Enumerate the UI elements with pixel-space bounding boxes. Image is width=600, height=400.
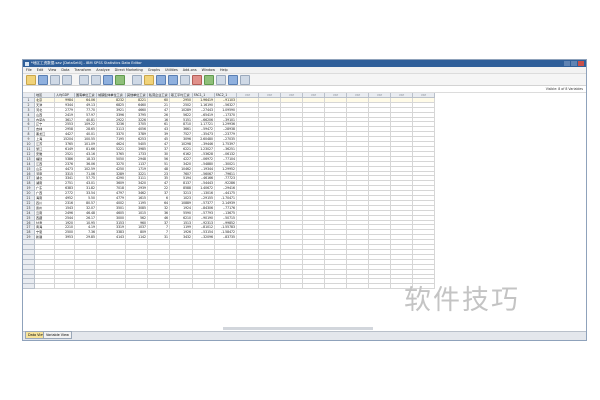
open-icon[interactable]	[26, 74, 36, 85]
menu-item[interactable]: Graphs	[148, 67, 160, 73]
window-title: *地区工资数据.sav [DataSet0] - IBM SPSS Statis…	[31, 61, 142, 65]
save-icon[interactable]	[38, 74, 48, 85]
menu-item[interactable]: Edit	[37, 67, 44, 73]
menu-item[interactable]: Add-ons	[183, 67, 197, 73]
insert-variable-icon[interactable]	[168, 74, 178, 85]
data-cell[interactable]	[303, 284, 325, 290]
undo-icon[interactable]	[79, 74, 89, 85]
data-cell[interactable]	[126, 284, 148, 290]
goto-variable-icon[interactable]	[115, 74, 125, 85]
row-number[interactable]	[23, 284, 35, 290]
data-cell[interactable]	[281, 284, 303, 290]
data-cell[interactable]	[325, 284, 347, 290]
menu-item[interactable]: Direct Marketing	[115, 67, 143, 73]
split-file-icon[interactable]	[180, 74, 190, 85]
title-bar: *地区工资数据.sav [DataSet0] - IBM SPSS Statis…	[23, 60, 586, 67]
close-icon[interactable]	[578, 61, 584, 66]
menu-item[interactable]: File	[26, 67, 32, 73]
data-cell[interactable]	[35, 284, 55, 290]
data-cell[interactable]	[97, 284, 126, 290]
redo-icon[interactable]	[91, 74, 101, 85]
data-grid: 地区 人均GDP 国有单位工资 城镇集体单位工资 其他单位工资 私营企业工资 职工平均工资 F…	[23, 93, 435, 290]
data-cell[interactable]	[170, 284, 193, 290]
find-icon[interactable]	[144, 74, 154, 85]
insert-cases-icon[interactable]	[156, 74, 166, 85]
app-icon	[25, 61, 29, 66]
data-cell[interactable]	[259, 284, 281, 290]
watermark-text: 软件技巧	[404, 285, 520, 316]
data-cell[interactable]	[347, 284, 369, 290]
menu-item[interactable]: Analyze	[96, 67, 109, 73]
use-sets-icon[interactable]	[228, 74, 238, 85]
maximize-icon[interactable]	[571, 61, 577, 66]
menu-item[interactable]: Window	[202, 67, 215, 73]
data-cell[interactable]	[75, 284, 97, 290]
data-cell[interactable]	[215, 284, 237, 290]
data-cell[interactable]	[369, 284, 391, 290]
variables-icon[interactable]	[132, 74, 142, 85]
data-cell[interactable]	[193, 284, 215, 290]
variable-count-bar: Visible: 8 of 8 Variables	[23, 86, 586, 93]
spelling-icon[interactable]	[240, 74, 250, 85]
dialog-recall-icon[interactable]	[62, 74, 72, 85]
toolbar	[23, 74, 586, 86]
menu-item[interactable]: View	[48, 67, 56, 73]
goto-case-icon[interactable]	[103, 74, 113, 85]
select-cases-icon[interactable]	[204, 74, 214, 85]
value-labels-icon[interactable]	[216, 74, 226, 85]
table-row	[23, 284, 435, 290]
print-icon[interactable]	[50, 74, 60, 85]
menu-bar: File Edit View Data Transform Analyze Direct M…	[23, 67, 586, 74]
menu-item[interactable]: Transform	[74, 67, 91, 73]
data-cell[interactable]	[148, 284, 170, 290]
menu-item[interactable]: Help	[220, 67, 228, 73]
view-tabs: Data View Variable View	[23, 331, 586, 340]
menu-item[interactable]: Utilities	[165, 67, 178, 73]
menu-item[interactable]: Data	[61, 67, 69, 73]
horizontal-scrollbar[interactable]	[223, 327, 373, 330]
tab-variable-view[interactable]: Variable View	[43, 331, 72, 339]
data-cell[interactable]	[55, 284, 75, 290]
minimize-icon[interactable]	[564, 61, 570, 66]
visible-variables-label: Visible: 8 of 8 Variables	[545, 87, 583, 91]
weight-cases-icon[interactable]	[192, 74, 202, 85]
data-cell[interactable]	[237, 284, 259, 290]
